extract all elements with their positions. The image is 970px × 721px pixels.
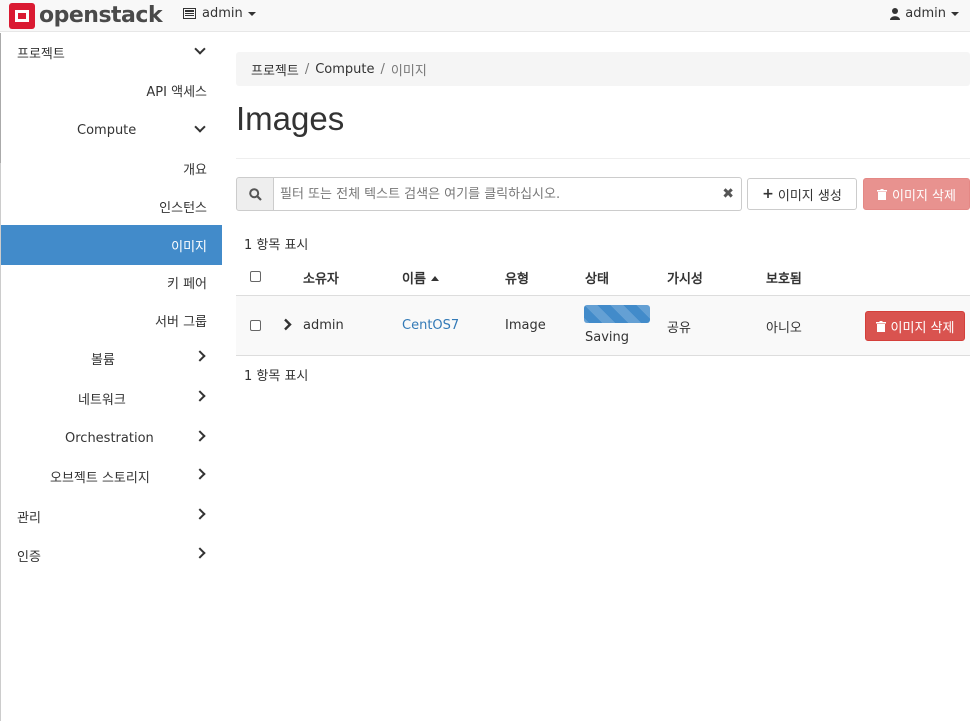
- title-divider: [236, 158, 970, 159]
- sidebar-item-network[interactable]: 네트워크: [78, 379, 222, 417]
- sidebar-item-images[interactable]: 이미지: [1, 225, 222, 265]
- sidebar-item-volumes[interactable]: 볼륨: [91, 339, 222, 377]
- sidebar-item-label: 볼륨: [91, 352, 115, 368]
- sidebar-item-label: 서버 그룹: [155, 314, 207, 330]
- select-all-checkbox[interactable]: [250, 271, 261, 282]
- chevron-right-icon: [194, 430, 206, 442]
- breadcrumb-compute[interactable]: Compute: [315, 62, 374, 77]
- chevron-right-icon: [194, 350, 206, 362]
- column-header-protected[interactable]: 보호됨: [766, 268, 802, 287]
- clear-search-icon[interactable]: ✖: [722, 186, 734, 202]
- chevron-right-icon: [194, 390, 206, 402]
- search-input[interactable]: [274, 177, 742, 211]
- search-group: ✖: [236, 177, 742, 211]
- row-delete-image-button[interactable]: 이미지 삭제: [865, 311, 965, 341]
- create-image-button[interactable]: + 이미지 생성: [747, 178, 857, 210]
- breadcrumb: 프로젝트 / Compute / 이미지: [236, 52, 970, 86]
- sidebar-item-server-groups[interactable]: 서버 그룹: [1, 301, 222, 339]
- sidebar-item-key-pairs[interactable]: 키 페어: [1, 263, 222, 301]
- column-header-name[interactable]: 이름: [402, 268, 439, 287]
- delete-images-button[interactable]: 이미지 삭제: [863, 178, 970, 210]
- sidebar-item-label: 프로젝트: [17, 46, 65, 62]
- cell-type: Image: [505, 318, 546, 333]
- breadcrumb-separator: /: [380, 61, 385, 77]
- sidebar-item-orchestration[interactable]: Orchestration: [65, 419, 222, 457]
- sidebar-item-label: 인증: [17, 549, 41, 565]
- breadcrumb-separator: /: [304, 61, 310, 77]
- sidebar-item-label: Compute: [77, 122, 137, 138]
- user-menu[interactable]: admin: [890, 6, 959, 21]
- sidebar-item-label: API 액세스: [146, 84, 207, 100]
- cell-protected: 아니오: [766, 321, 802, 336]
- chevron-right-icon: [194, 508, 206, 520]
- user-label: admin: [905, 6, 946, 21]
- expand-row-icon[interactable]: [283, 318, 292, 331]
- sidebar-item-label: 키 페어: [166, 276, 207, 292]
- row-delete-label: 이미지 삭제: [890, 320, 955, 336]
- chevron-right-icon: [194, 468, 206, 480]
- monitor-icon: [183, 8, 196, 19]
- search-icon: [248, 187, 262, 201]
- sidebar-item-object-storage[interactable]: 오브젝트 스토리지: [50, 457, 222, 495]
- cell-status: Saving: [585, 330, 630, 345]
- sidebar-item-label: 개요: [183, 162, 207, 178]
- status-progress-bar: [584, 305, 650, 323]
- chevron-right-icon: [194, 547, 206, 559]
- caret-down-icon: [951, 11, 959, 16]
- sidebar-item-project[interactable]: 프로젝트: [17, 33, 222, 71]
- chevron-down-icon: [194, 43, 206, 55]
- sidebar-item-api-access[interactable]: API 액세스: [1, 71, 222, 109]
- sidebar-item-compute[interactable]: Compute: [77, 111, 222, 149]
- sidebar-item-label: 네트워크: [78, 392, 126, 408]
- cell-visibility: 공유: [667, 321, 691, 336]
- sort-ascending-icon: [430, 276, 439, 281]
- create-image-label: 이미지 생성: [777, 188, 842, 204]
- page-title: Images: [236, 100, 345, 137]
- openstack-logo-icon: [9, 3, 35, 29]
- sidebar-item-label: 오브젝트 스토리지: [50, 470, 150, 486]
- cell-name-link[interactable]: CentOS7: [402, 318, 459, 333]
- search-addon: [236, 177, 274, 211]
- sidebar-item-label: 관리: [17, 510, 41, 526]
- breadcrumb-project[interactable]: 프로젝트: [251, 60, 299, 79]
- column-header-visibility[interactable]: 가시성: [667, 268, 703, 287]
- delete-images-label: 이미지 삭제: [892, 188, 956, 204]
- column-header-owner[interactable]: 소유자: [303, 268, 339, 287]
- logo-text: openstack: [39, 3, 163, 28]
- caret-down-icon: [247, 11, 256, 16]
- row-checkbox[interactable]: [250, 320, 261, 331]
- trash-icon: [875, 320, 886, 332]
- column-header-status[interactable]: 상태: [585, 268, 609, 287]
- user-icon: [890, 7, 901, 20]
- item-count-bottom: 1 항목 표시: [244, 369, 309, 384]
- column-header-type[interactable]: 유형: [505, 268, 529, 287]
- project-selector[interactable]: admin: [183, 6, 256, 21]
- sidebar-item-label: 인스턴스: [159, 200, 207, 216]
- column-header-name-label: 이름: [402, 272, 426, 287]
- breadcrumb-images: 이미지: [390, 63, 427, 79]
- sidebar-item-admin[interactable]: 관리: [17, 497, 222, 535]
- sidebar-item-identity[interactable]: 인증: [17, 536, 222, 574]
- sidebar: 프로젝트 API 액세스 Compute 개요 인스턴스 이미지 키 페어 서버…: [0, 33, 222, 721]
- sidebar-item-label: 이미지: [171, 239, 207, 255]
- plus-icon: +: [762, 186, 774, 202]
- item-count-top: 1 항목 표시: [244, 238, 309, 253]
- sidebar-item-overview[interactable]: 개요: [1, 149, 222, 187]
- top-navbar: openstack admin admin: [0, 0, 970, 32]
- trash-icon: [877, 188, 888, 200]
- sidebar-item-label: Orchestration: [65, 430, 154, 446]
- chevron-down-icon: [194, 121, 206, 133]
- openstack-logo[interactable]: openstack: [9, 3, 163, 29]
- sidebar-item-instances[interactable]: 인스턴스: [1, 187, 222, 225]
- project-label: admin: [202, 6, 243, 21]
- cell-owner: admin: [303, 318, 344, 333]
